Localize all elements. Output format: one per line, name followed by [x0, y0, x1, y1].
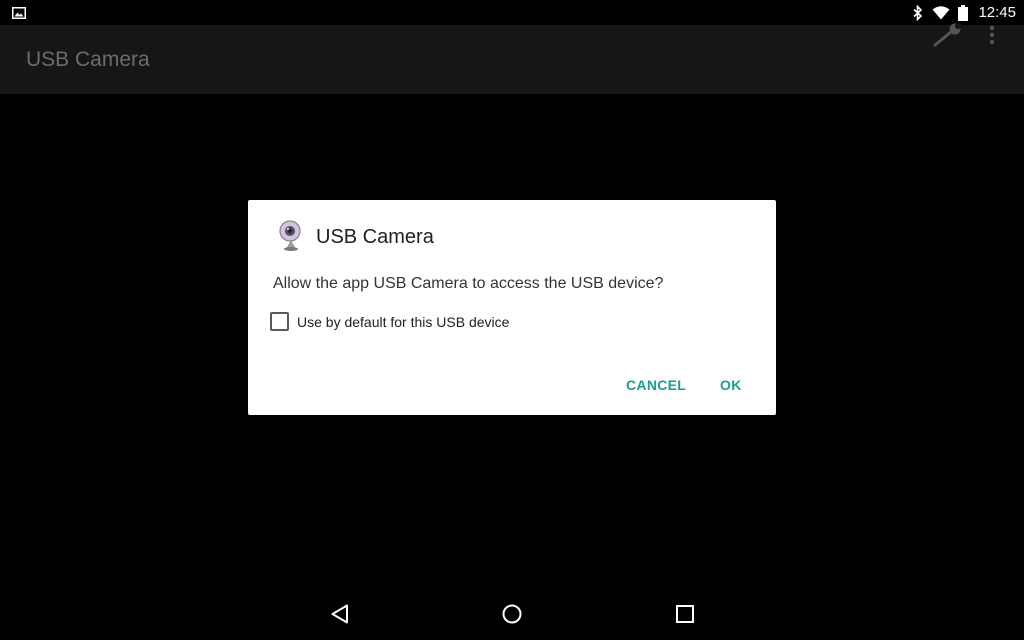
- overflow-menu-button[interactable]: [982, 22, 1002, 50]
- cancel-button[interactable]: CANCEL: [626, 377, 686, 393]
- action-bar: USB Camera: [0, 25, 1024, 94]
- recents-icon: [673, 605, 697, 630]
- status-clock: 12:45: [978, 4, 1016, 21]
- dialog-title: USB Camera: [316, 226, 434, 248]
- battery-icon: [958, 4, 969, 21]
- navigation-bar: [0, 588, 1024, 640]
- settings-wrench-button[interactable]: [930, 22, 964, 50]
- recents-button[interactable]: [673, 602, 697, 626]
- wrench-icon: [930, 22, 964, 54]
- home-button[interactable]: [500, 602, 524, 626]
- use-by-default-label[interactable]: Use by default for this USB device: [297, 314, 509, 330]
- ok-button[interactable]: OK: [720, 377, 742, 393]
- dialog-message: Allow the app USB Camera to access the U…: [273, 275, 664, 292]
- app-title: USB Camera: [26, 48, 150, 71]
- use-by-default-checkbox[interactable]: [270, 312, 289, 331]
- overflow-menu-icon: [982, 25, 1002, 54]
- screen: 12:45 USB Camera USB Camera Allow the ap…: [0, 0, 1024, 640]
- home-icon: [500, 604, 524, 630]
- bluetooth-icon: [912, 4, 924, 21]
- image-notification-icon: [12, 6, 26, 24]
- back-icon: [328, 604, 352, 630]
- webcam-icon: [274, 218, 308, 252]
- status-bar: 12:45: [0, 0, 1024, 25]
- back-button[interactable]: [328, 602, 352, 626]
- wifi-icon: [932, 5, 950, 20]
